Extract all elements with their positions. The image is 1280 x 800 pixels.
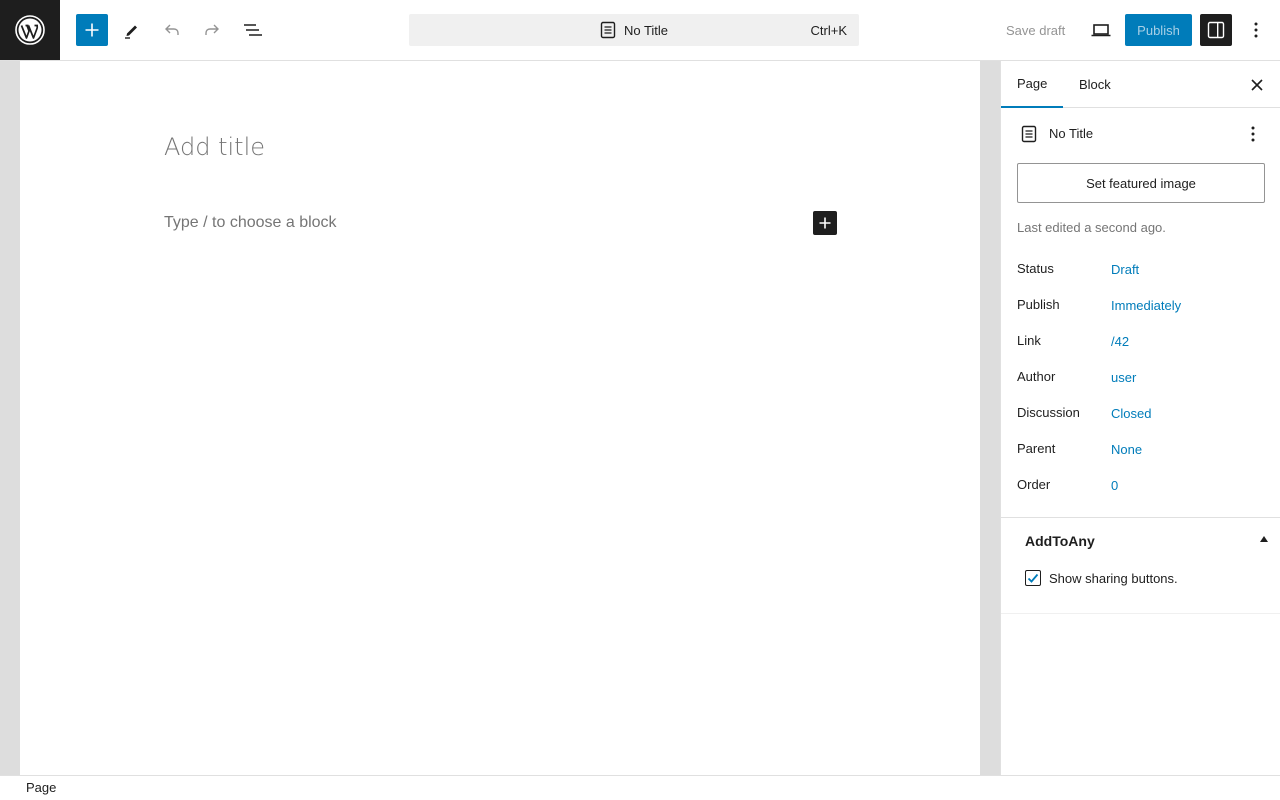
plus-icon xyxy=(819,217,831,229)
tools-button[interactable] xyxy=(116,14,148,46)
wordpress-logo-button[interactable] xyxy=(0,0,60,60)
meta-row-discussion: Discussion Closed xyxy=(1017,405,1265,429)
redo-icon xyxy=(205,24,219,35)
document-summary: No Title xyxy=(1017,122,1265,146)
options-button[interactable] xyxy=(1240,14,1272,46)
laptop-icon xyxy=(1091,24,1111,37)
plus-icon xyxy=(85,23,99,37)
block-appender[interactable]: Type / to choose a block xyxy=(164,214,337,232)
close-icon xyxy=(1251,79,1263,91)
command-bar-title-wrap: No Title xyxy=(409,14,859,46)
publish-button[interactable]: Publish xyxy=(1125,14,1192,46)
preview-button[interactable] xyxy=(1085,14,1117,46)
author-button[interactable]: user xyxy=(1111,370,1136,385)
tab-page[interactable]: Page xyxy=(1001,61,1063,108)
close-sidebar-button[interactable] xyxy=(1245,73,1269,97)
document-actions-button[interactable] xyxy=(1241,122,1265,146)
sidebar-tabs: Page Block xyxy=(1001,61,1280,108)
settings-toggle-button[interactable] xyxy=(1200,14,1232,46)
discussion-button[interactable]: Closed xyxy=(1111,406,1151,421)
meta-row-parent: Parent None xyxy=(1017,441,1265,465)
meta-label: Link xyxy=(1017,333,1041,348)
meta-label: Status xyxy=(1017,261,1054,276)
page-icon xyxy=(1021,125,1037,143)
more-vertical-icon xyxy=(1254,22,1258,38)
meta-label: Author xyxy=(1017,369,1056,384)
command-bar-shortcut: Ctrl+K xyxy=(810,23,847,38)
meta-label: Publish xyxy=(1017,297,1060,312)
addtoany-panel-toggle[interactable]: AddToAny xyxy=(1025,533,1095,549)
meta-label: Order xyxy=(1017,477,1051,492)
list-view-button[interactable] xyxy=(236,14,268,46)
publish-date-button[interactable]: Immediately xyxy=(1111,298,1181,313)
status-value-button[interactable]: Draft xyxy=(1111,262,1139,277)
more-vertical-icon xyxy=(1251,126,1255,142)
addtoany-panel: AddToAny Show sharing buttons. xyxy=(1001,517,1280,614)
editor-canvas-area: Add title Type / to choose a block xyxy=(0,61,1000,775)
breadcrumb[interactable]: Page xyxy=(26,780,56,795)
command-palette-bar[interactable]: No Title Ctrl+K xyxy=(409,14,859,46)
add-block-button[interactable] xyxy=(76,14,108,46)
meta-row-order: Order 0 xyxy=(1017,477,1265,501)
title-input[interactable]: Add title xyxy=(164,133,265,161)
editor-footer: Page xyxy=(0,775,1280,800)
list-view-icon xyxy=(244,24,262,36)
sharing-buttons-checkbox[interactable] xyxy=(1025,570,1041,586)
editor-header: No Title Ctrl+K Save draft Publish xyxy=(0,0,1280,61)
sharing-buttons-option: Show sharing buttons. xyxy=(1025,570,1178,586)
parent-button[interactable]: None xyxy=(1111,442,1142,457)
meta-label: Discussion xyxy=(1017,405,1080,420)
meta-row-status: Status Draft xyxy=(1017,261,1265,285)
meta-row-author: Author user xyxy=(1017,369,1265,393)
save-draft-button[interactable]: Save draft xyxy=(996,14,1075,46)
meta-row-link: Link /42 xyxy=(1017,333,1265,357)
pencil-icon xyxy=(125,25,137,39)
undo-icon xyxy=(165,24,179,35)
meta-row-publish: Publish Immediately xyxy=(1017,297,1265,321)
undo-button[interactable] xyxy=(156,14,188,46)
meta-label: Parent xyxy=(1017,441,1056,456)
last-edited-text: Last edited a second ago. xyxy=(1017,220,1166,235)
editor-canvas[interactable]: Add title Type / to choose a block xyxy=(20,61,980,775)
checkmark-icon xyxy=(1027,573,1039,583)
chevron-up-icon xyxy=(1260,536,1268,542)
sharing-buttons-label: Show sharing buttons. xyxy=(1049,570,1178,586)
inline-add-block-button[interactable] xyxy=(813,211,837,235)
page-icon xyxy=(600,21,616,39)
tab-block[interactable]: Block xyxy=(1063,61,1127,108)
permalink-button[interactable]: /42 xyxy=(1111,334,1129,349)
redo-button[interactable] xyxy=(196,14,228,46)
wordpress-logo-icon xyxy=(15,15,45,45)
sidebar-icon xyxy=(1207,21,1225,39)
command-bar-title: No Title xyxy=(623,22,669,38)
document-title: No Title xyxy=(1049,126,1094,141)
order-button[interactable]: 0 xyxy=(1111,478,1118,493)
set-featured-image-button[interactable]: Set featured image xyxy=(1017,163,1265,203)
settings-sidebar: Page Block No Title Set featured image L… xyxy=(1000,61,1280,775)
